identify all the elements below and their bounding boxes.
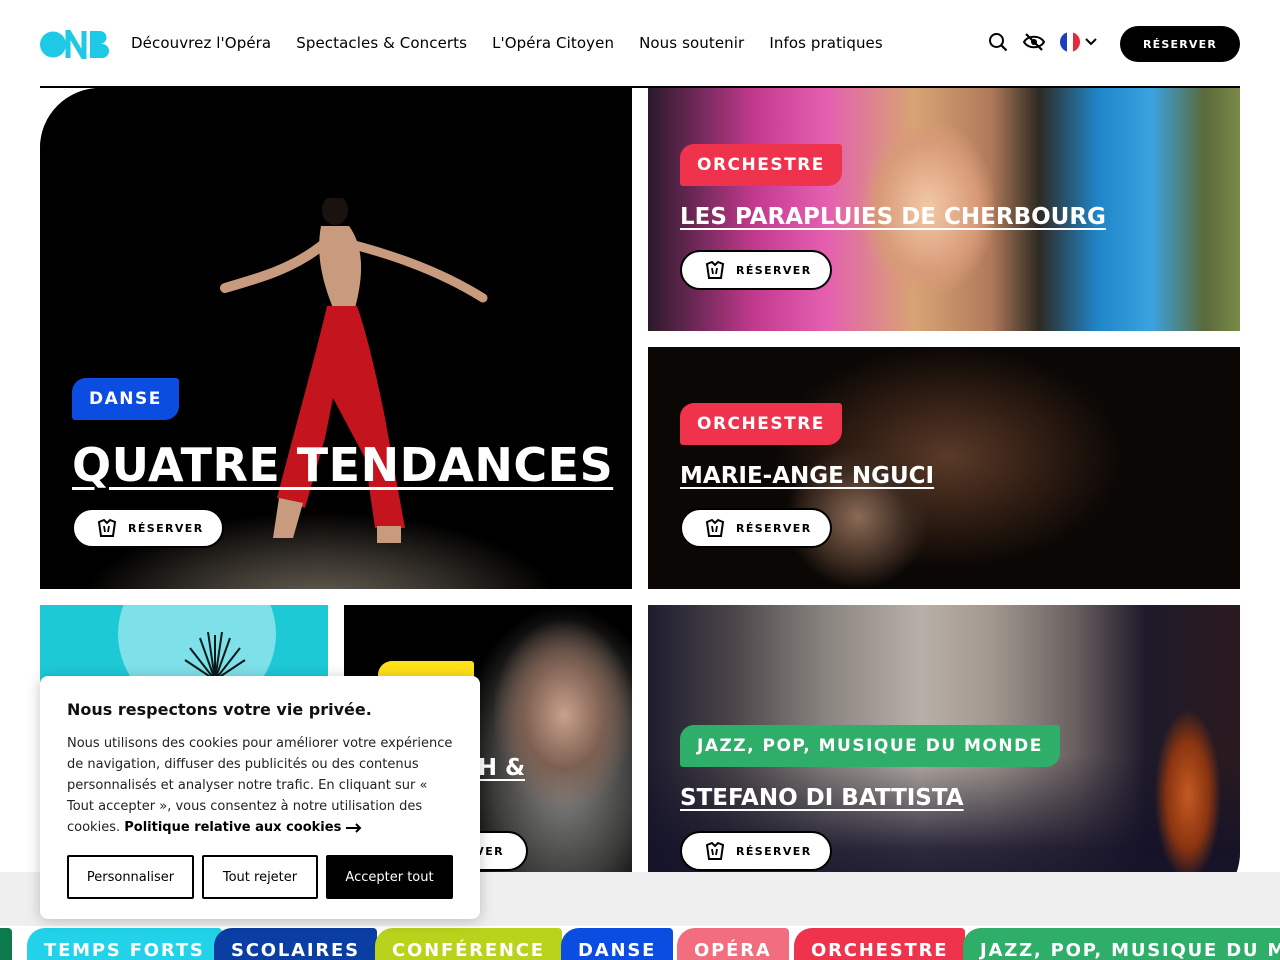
dancer-figure	[220, 198, 488, 543]
search-icon[interactable]	[986, 30, 1010, 54]
card-battista[interactable]: JAZZ, POP, MUSIQUE DU MONDE STEFANO DI B…	[648, 605, 1240, 912]
site-header: Découvrez l'Opéra Spectacles & Concerts …	[0, 0, 1280, 88]
double-bass	[1148, 685, 1228, 885]
card-reserve-button[interactable]: RÉSERVER	[72, 508, 224, 548]
nav-nous-soutenir[interactable]: Nous soutenir	[639, 34, 744, 52]
reserve-button[interactable]: RÉSERVER	[1120, 26, 1240, 62]
nav-spectacles[interactable]: Spectacles & Concerts	[296, 34, 467, 52]
card-nguci[interactable]: ORCHESTRE MARIE-ANGE NGUCI RÉSERVER	[648, 347, 1240, 589]
cookie-policy-label: Politique relative aux cookies	[124, 820, 342, 835]
card-reserve-button[interactable]: RÉSERVER	[680, 508, 832, 548]
main-nav: Découvrez l'Opéra Spectacles & Concerts …	[131, 34, 908, 52]
chevron-down-icon	[1085, 38, 1097, 46]
cookie-text: Nous utilisons des cookies pour améliore…	[67, 733, 453, 838]
card-reserve-button[interactable]: RÉSERVER	[680, 250, 832, 290]
cookie-banner: Nous respectons votre vie privée. Nous u…	[40, 676, 480, 919]
card-title[interactable]: STEFANO DI BATTISTA	[680, 785, 964, 811]
card-reserve-button[interactable]: RÉSERVER	[680, 831, 832, 871]
category-danse[interactable]: DANSE	[561, 928, 674, 960]
customize-button[interactable]: Personnaliser	[67, 855, 194, 899]
category-strip: TEMPS FORTS SCOLAIRES CONFÉRENCE DANSE O…	[0, 926, 1280, 960]
category-opera[interactable]: OPÉRA	[677, 928, 789, 960]
cookie-buttons: Personnaliser Tout rejeter Accepter tout	[67, 855, 453, 899]
category-conference[interactable]: CONFÉRENCE	[375, 928, 562, 960]
reserve-label: RÉSERVER	[736, 521, 812, 535]
reject-all-button[interactable]: Tout rejeter	[202, 855, 318, 899]
ticket-icon	[97, 518, 117, 537]
category-jazz[interactable]: JAZZ, POP, MUSIQUE DU MONDE	[963, 928, 1280, 960]
language-selector[interactable]	[1060, 32, 1098, 52]
nav-decouvrez[interactable]: Découvrez l'Opéra	[131, 34, 271, 52]
card-title[interactable]: QUATRE TENDANCES	[72, 438, 613, 492]
category-tag[interactable]: DANSE	[72, 378, 179, 420]
arrow-right-icon	[345, 822, 362, 833]
card-quatre-tendances[interactable]: DANSE QUATRE TENDANCES RÉSERVER	[40, 88, 632, 589]
category-tag[interactable]: ORCHESTRE	[680, 144, 842, 186]
header-tools	[986, 30, 1098, 54]
onb-logo[interactable]	[40, 30, 112, 59]
cookie-title: Nous respectons votre vie privée.	[67, 700, 372, 719]
category-temps-forts[interactable]: TEMPS FORTS	[27, 928, 222, 960]
category-edge[interactable]	[0, 928, 12, 960]
ticket-icon	[705, 260, 725, 279]
category-tag[interactable]: JAZZ, POP, MUSIQUE DU MONDE	[680, 725, 1060, 767]
nav-infos-pratiques[interactable]: Infos pratiques	[769, 34, 882, 52]
reserve-label: RÉSERVER	[736, 263, 812, 277]
accept-all-button[interactable]: Accepter tout	[326, 855, 453, 899]
category-band-bg-white	[648, 872, 1240, 912]
face-shadow	[778, 427, 938, 587]
flag-fr-icon	[1060, 32, 1080, 52]
eye-off-icon[interactable]	[1022, 30, 1046, 54]
card-title[interactable]: MARIE-ANGE NGUCI	[680, 463, 934, 489]
card-parapluies[interactable]: ORCHESTRE LES PARAPLUIES DE CHERBOURG RÉ…	[648, 88, 1240, 331]
card-title[interactable]: LES PARAPLUIES DE CHERBOURG	[680, 204, 1106, 230]
ticket-icon	[705, 518, 725, 537]
category-tag[interactable]: ORCHESTRE	[680, 403, 842, 445]
reserve-label: RÉSERVER	[736, 844, 812, 858]
reserve-label: RÉSERVER	[128, 521, 204, 535]
nav-opera-citoyen[interactable]: L'Opéra Citoyen	[492, 34, 614, 52]
category-scolaires[interactable]: SCOLAIRES	[214, 928, 377, 960]
cookie-policy-link[interactable]: Politique relative aux cookies	[124, 820, 362, 835]
ticket-icon	[705, 841, 725, 860]
category-orchestre[interactable]: ORCHESTRE	[794, 928, 966, 960]
plant-illustration	[184, 631, 246, 680]
